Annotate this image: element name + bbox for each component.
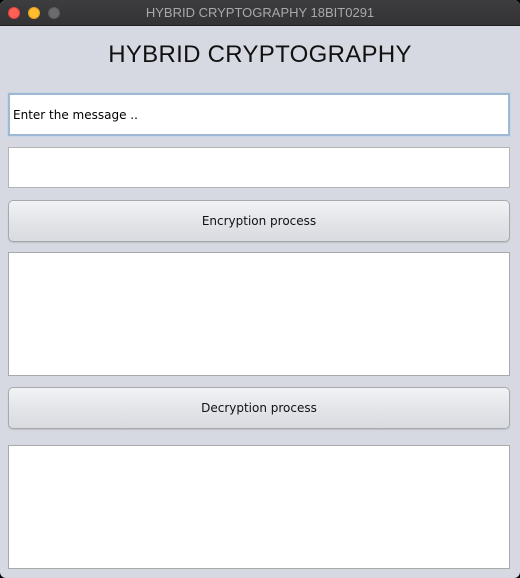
decrypted-output-area[interactable] xyxy=(8,445,510,569)
app-window: HYBRID CRYPTOGRAPHY 18BIT0291 HYBRID CRY… xyxy=(0,0,520,578)
encryption-process-button[interactable]: Encryption process xyxy=(8,200,510,242)
window-title: HYBRID CRYPTOGRAPHY 18BIT0291 xyxy=(145,5,375,20)
title-bar[interactable]: HYBRID CRYPTOGRAPHY 18BIT0291 xyxy=(0,0,520,26)
encrypted-output-area[interactable] xyxy=(8,252,510,376)
decryption-process-button[interactable]: Decryption process xyxy=(8,387,510,429)
key-input[interactable] xyxy=(8,147,510,188)
page-title: HYBRID CRYPTOGRAPHY xyxy=(108,41,412,68)
message-input[interactable] xyxy=(8,93,510,136)
